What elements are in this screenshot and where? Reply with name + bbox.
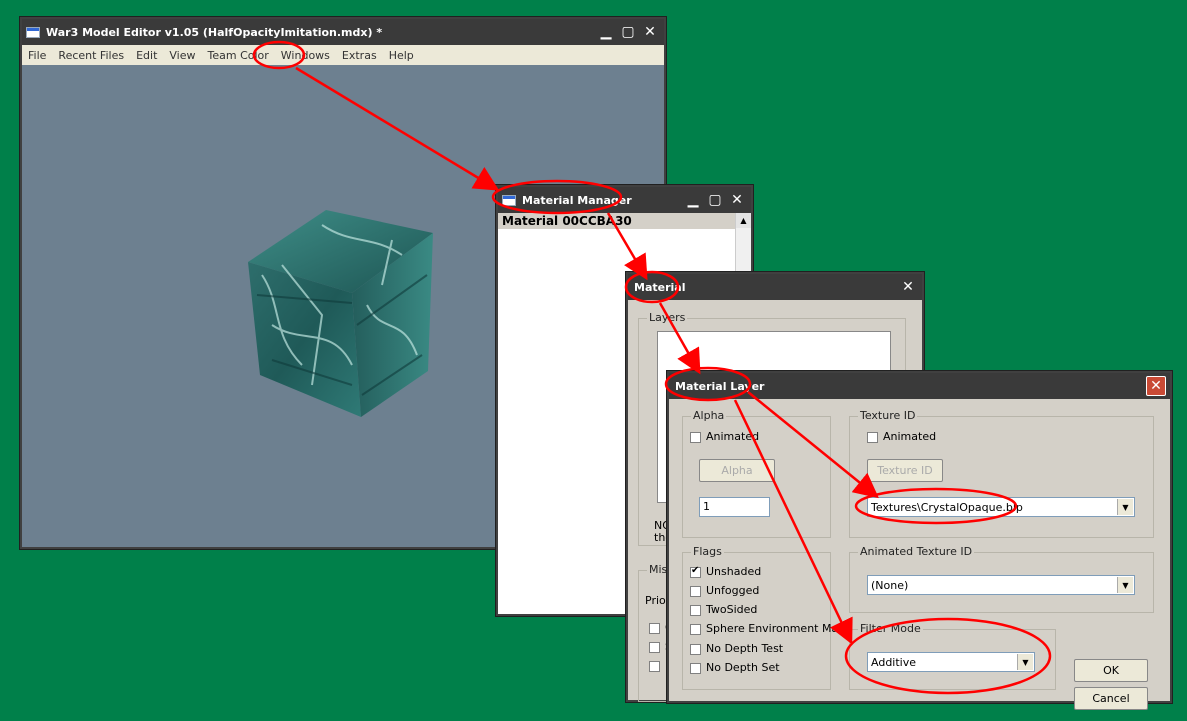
animated-texture-select[interactable]: (None) ▼ — [867, 575, 1135, 595]
alpha-group: Alpha Animated Alpha 1 — [682, 409, 831, 538]
layers-group-title: Layers — [647, 311, 688, 324]
flag-unfogged-checkbox[interactable] — [690, 586, 701, 597]
minimize-icon[interactable]: ▁ — [683, 190, 703, 210]
minimize-icon[interactable]: ▁ — [596, 22, 616, 42]
filter-mode-group: Filter Mode Additive ▼ — [849, 622, 1056, 690]
filter-mode-select-value: Additive — [871, 656, 916, 669]
texture-animated-label: Animated — [883, 430, 937, 443]
close-icon[interactable]: ✕ — [898, 277, 918, 297]
menu-file[interactable]: File — [22, 49, 52, 62]
material-layer-dialog: Material Layer ✕ Alpha Animated Alpha 1 … — [666, 370, 1173, 710]
flags-group-title: Flags — [691, 545, 724, 558]
flag-unshaded-label: Unshaded — [706, 565, 762, 578]
flag-sphere-env-map-checkbox[interactable] — [690, 624, 701, 635]
material-title-bar[interactable]: Material ✕ — [628, 274, 922, 300]
menu-extras[interactable]: Extras — [336, 49, 383, 62]
filter-mode-group-title: Filter Mode — [858, 622, 923, 635]
material-manager-window-icon — [502, 194, 516, 206]
misc-checkbox-2[interactable] — [649, 642, 660, 653]
menu-bar: File Recent Files Edit View Team Color W… — [22, 45, 664, 65]
texture-id-group-title: Texture ID — [858, 409, 918, 422]
alpha-group-title: Alpha — [691, 409, 727, 422]
menu-team-color[interactable]: Team Color — [202, 49, 275, 62]
menu-recent-files[interactable]: Recent Files — [52, 49, 130, 62]
flag-sphere-env-map-label: Sphere Environment Map — [706, 622, 846, 635]
material-title: Material — [634, 280, 686, 294]
texture-select-value: Textures\CrystalOpaque.blp — [871, 501, 1023, 514]
scroll-up-arrow-icon[interactable]: ▲ — [736, 213, 751, 228]
material-layer-client-area: Alpha Animated Alpha 1 Texture ID Animat… — [669, 399, 1170, 710]
material-manager-title: Material Manager — [522, 193, 632, 207]
animated-texture-select-value: (None) — [871, 579, 909, 592]
main-title-bar[interactable]: War3 Model Editor v1.05 (HalfOpacityImit… — [22, 19, 664, 45]
close-icon[interactable]: ✕ — [1146, 376, 1166, 396]
misc-checkbox-3[interactable] — [649, 661, 660, 672]
flag-no-depth-test-label: No Depth Test — [706, 642, 784, 655]
alpha-button[interactable]: Alpha — [699, 459, 775, 482]
menu-windows[interactable]: Windows — [275, 49, 336, 62]
material-layer-title: Material Layer — [675, 379, 765, 393]
material-layer-title-bar[interactable]: Material Layer ✕ — [669, 373, 1170, 399]
flag-twosided-label: TwoSided — [706, 603, 758, 616]
animated-texture-id-group-title: Animated Texture ID — [858, 545, 975, 558]
close-icon[interactable]: ✕ — [727, 190, 747, 210]
menu-help[interactable]: Help — [383, 49, 420, 62]
material-list-item[interactable]: Material 00CCBA30 — [498, 213, 735, 229]
texture-id-group: Texture ID Animated Texture ID Textures\… — [849, 409, 1154, 538]
menu-edit[interactable]: Edit — [130, 49, 163, 62]
close-icon[interactable]: ✕ — [640, 22, 660, 42]
flag-twosided-checkbox[interactable] — [690, 605, 701, 616]
alpha-value-input[interactable]: 1 — [699, 497, 770, 517]
flag-no-depth-set-label: No Depth Set — [706, 661, 780, 674]
texture-animated-checkbox[interactable] — [867, 432, 878, 443]
main-window-title: War3 Model Editor v1.05 (HalfOpacityImit… — [46, 25, 383, 39]
animated-texture-id-group: Animated Texture ID (None) ▼ — [849, 545, 1154, 613]
flag-no-depth-set-checkbox[interactable] — [690, 663, 701, 674]
dropdown-arrow-icon[interactable]: ▼ — [1117, 577, 1133, 593]
texture-select[interactable]: Textures\CrystalOpaque.blp ▼ — [867, 497, 1135, 517]
maximize-icon[interactable]: ▢ — [705, 190, 725, 210]
flag-unshaded-checkbox[interactable] — [690, 565, 701, 578]
ok-button[interactable]: OK — [1074, 659, 1148, 682]
dropdown-arrow-icon[interactable]: ▼ — [1117, 499, 1133, 515]
filter-mode-select[interactable]: Additive ▼ — [867, 652, 1035, 672]
alpha-animated-checkbox[interactable] — [690, 432, 701, 443]
texture-id-button[interactable]: Texture ID — [867, 459, 943, 482]
dropdown-arrow-icon[interactable]: ▼ — [1017, 654, 1033, 670]
maximize-icon[interactable]: ▢ — [618, 22, 638, 42]
app-window-icon — [26, 26, 40, 38]
material-manager-title-bar[interactable]: Material Manager ▁ ▢ ✕ — [498, 187, 751, 213]
misc-checkbox-1[interactable] — [649, 623, 660, 634]
alpha-animated-label: Animated — [706, 430, 760, 443]
menu-view[interactable]: View — [163, 49, 201, 62]
flag-unfogged-label: Unfogged — [706, 584, 760, 597]
flags-group: Flags Unshaded Unfogged TwoSided Sphere … — [682, 545, 845, 690]
flag-no-depth-test-checkbox[interactable] — [690, 644, 701, 655]
cancel-button[interactable]: Cancel — [1074, 687, 1148, 710]
